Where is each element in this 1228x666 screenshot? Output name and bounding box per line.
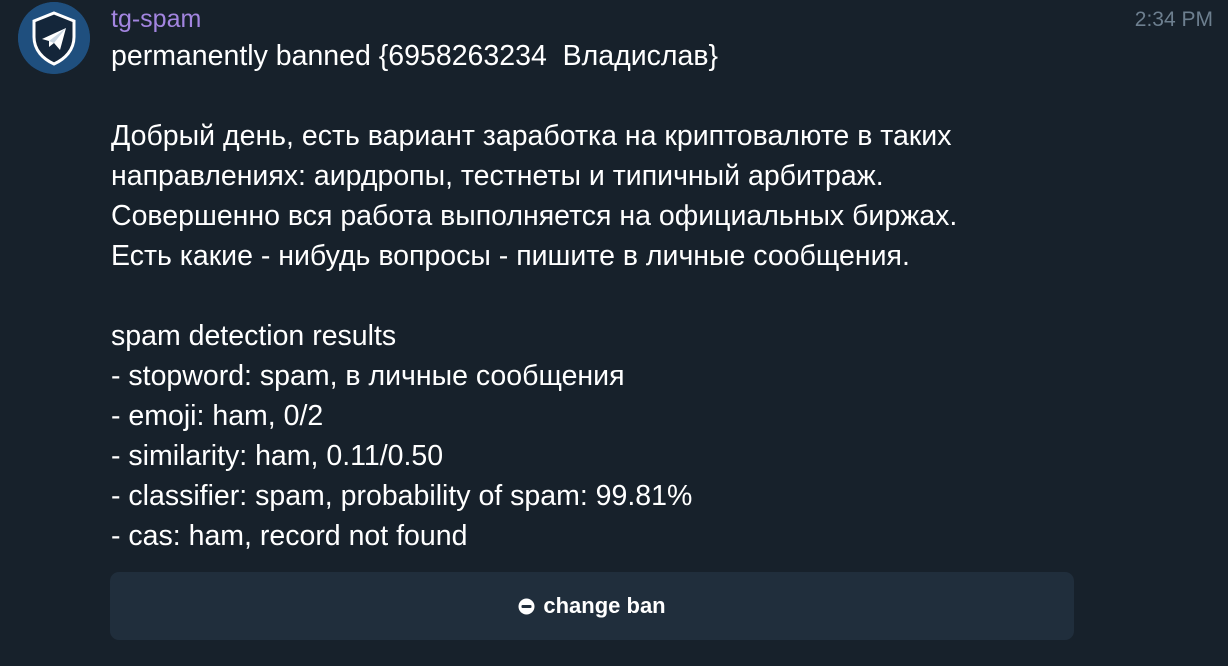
change-ban-button[interactable]: change ban: [110, 572, 1074, 640]
message-text: permanently banned {6958263234 Владислав…: [111, 36, 1111, 556]
message-line: - classifier: spam, probability of spam:…: [111, 480, 693, 512]
sender-name[interactable]: tg-spam: [111, 4, 201, 34]
message-line: - cas: ham, record not found: [111, 520, 468, 552]
message-line: Есть какие - нибудь вопросы - пишите в л…: [111, 240, 910, 272]
message-line: - stopword: spam, в личные сообщения: [111, 360, 625, 392]
message-line: - emoji: ham, 0/2: [111, 400, 324, 432]
chat-message: tg-spam 2:34 PM permanently banned {6958…: [0, 0, 1228, 666]
minus-circle-icon: [518, 598, 535, 615]
message-line: - similarity: ham, 0.11/0.50: [111, 440, 444, 472]
change-ban-label: change ban: [543, 593, 666, 618]
message-line: Добрый день, есть вариант заработка на к…: [111, 120, 952, 152]
bot-avatar[interactable]: [18, 2, 90, 74]
message-line: spam detection results: [111, 320, 397, 352]
message-line: permanently banned {6958263234 Владислав…: [111, 40, 719, 72]
shield-paper-plane-icon: [18, 2, 90, 74]
message-line: направлениях: аирдропы, тестнеты и типич…: [111, 160, 884, 192]
message-time: 2:34 PM: [1134, 8, 1213, 31]
message-line: Совершенно вся работа выполняется на офи…: [111, 200, 958, 232]
